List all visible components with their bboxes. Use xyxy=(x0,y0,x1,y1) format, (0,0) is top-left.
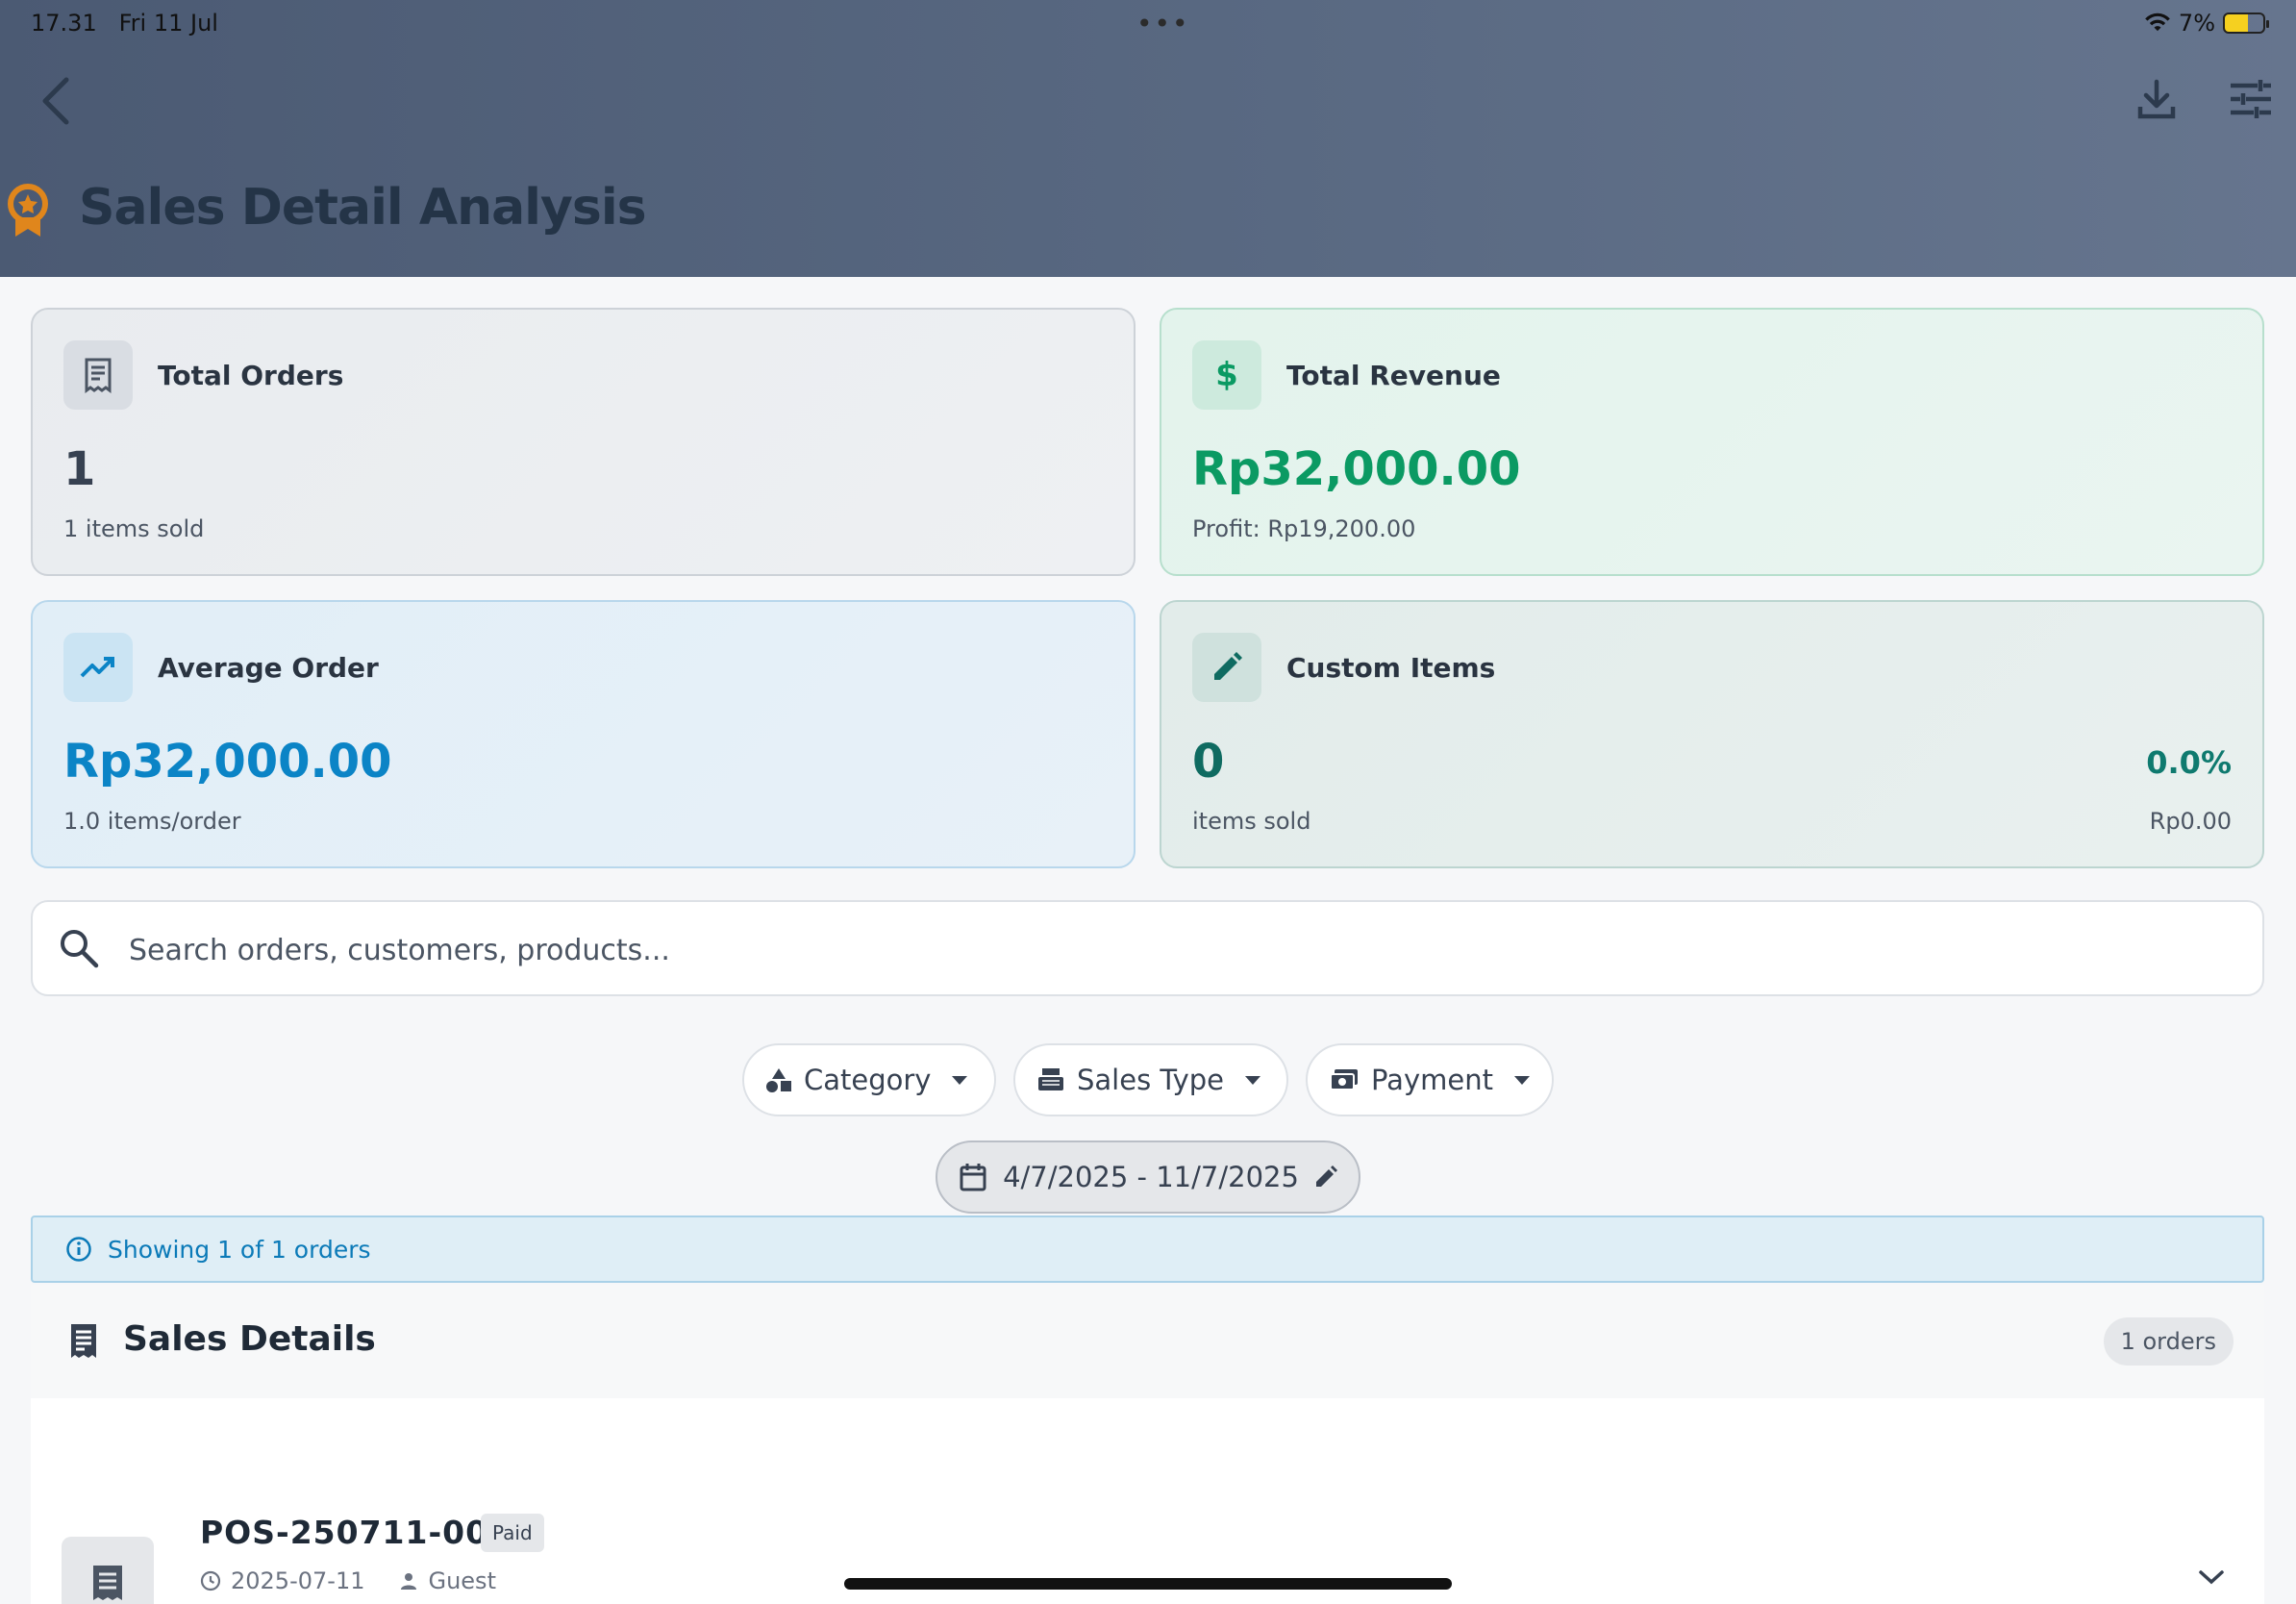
app-header: 17.31 Fri 11 Jul ••• 7% Sales Detail Ana… xyxy=(0,0,2296,277)
custom-items-sub: items sold xyxy=(1192,808,1311,835)
award-badge-icon xyxy=(6,183,50,244)
custom-items-title: Custom Items xyxy=(1286,652,1496,684)
custom-items-percent: 0.0% xyxy=(2146,744,2232,781)
edit-pencil-icon xyxy=(1192,633,1261,702)
dropdown-caret-icon xyxy=(1513,1075,1530,1085)
status-bar: 17.31 Fri 11 Jul ••• 7% xyxy=(31,8,2269,39)
expand-chevron-icon[interactable] xyxy=(2197,1567,2226,1591)
total-orders-title: Total Orders xyxy=(158,360,344,391)
info-icon xyxy=(66,1237,91,1262)
sales-details-title: Sales Details xyxy=(123,1319,376,1359)
results-info-text: Showing 1 of 1 orders xyxy=(108,1235,371,1264)
filter-settings-button[interactable] xyxy=(2221,69,2281,129)
cash-register-icon xyxy=(1038,1068,1063,1090)
total-revenue-card[interactable]: $ Total Revenue Rp32,000.00 Profit: Rp19… xyxy=(1160,308,2264,576)
receipt-icon xyxy=(62,1537,154,1604)
category-filter-button[interactable]: Category xyxy=(742,1043,996,1116)
total-orders-sub: 1 items sold xyxy=(63,515,205,542)
total-revenue-value: Rp32,000.00 xyxy=(1192,442,1521,496)
custom-items-amount: Rp0.00 xyxy=(2149,808,2232,835)
order-customer: Guest xyxy=(428,1567,496,1594)
payment-filter-button[interactable]: Payment xyxy=(1306,1043,1554,1116)
status-time: 17.31 Fri 11 Jul xyxy=(31,10,218,37)
category-filter-label: Category xyxy=(804,1064,932,1096)
page-title: Sales Detail Analysis xyxy=(79,179,647,237)
receipt-icon xyxy=(63,340,133,410)
home-indicator[interactable] xyxy=(844,1578,1452,1590)
status-right: 7% xyxy=(2144,10,2269,37)
dollar-icon: $ xyxy=(1192,340,1261,410)
date-range-button[interactable]: 4/7/2025 - 11/7/2025 xyxy=(936,1140,1360,1214)
payment-filter-label: Payment xyxy=(1371,1064,1493,1096)
sales-details-section: Sales Details 1 orders POS-250711-001 Pa… xyxy=(31,1285,2264,1604)
sales-details-header: Sales Details 1 orders xyxy=(31,1285,2264,1398)
download-button[interactable] xyxy=(2127,69,2186,129)
chevron-left-icon xyxy=(42,77,69,125)
download-icon xyxy=(2137,79,2176,119)
search-icon xyxy=(58,927,100,973)
average-order-value: Rp32,000.00 xyxy=(63,735,392,789)
clock-icon xyxy=(200,1570,221,1591)
total-orders-card[interactable]: Total Orders 1 1 items sold xyxy=(31,308,1136,576)
average-order-title: Average Order xyxy=(158,652,379,684)
search-input[interactable] xyxy=(129,923,2225,977)
total-revenue-title: Total Revenue xyxy=(1286,360,1501,391)
multitask-dots-icon[interactable]: ••• xyxy=(1136,8,1190,39)
battery-percent: 7% xyxy=(2178,10,2215,37)
dropdown-caret-icon xyxy=(952,1075,968,1085)
total-revenue-profit: Profit: Rp19,200.00 xyxy=(1192,515,1416,542)
receipt-long-icon xyxy=(65,1321,102,1366)
search-bar[interactable] xyxy=(31,900,2264,996)
person-icon xyxy=(401,1573,417,1590)
edit-pencil-icon xyxy=(1315,1165,1337,1187)
date-range-label: 4/7/2025 - 11/7/2025 xyxy=(1003,1161,1299,1193)
order-date: 2025-07-11 xyxy=(231,1567,365,1594)
results-info-bar: Showing 1 of 1 orders xyxy=(31,1216,2264,1283)
category-shapes-icon xyxy=(766,1068,791,1092)
order-meta: 2025-07-11 Guest xyxy=(200,1567,496,1594)
battery-icon xyxy=(2223,13,2269,34)
calendar-icon xyxy=(960,1164,986,1191)
total-orders-value: 1 xyxy=(63,442,96,496)
custom-items-value: 0 xyxy=(1192,735,1225,789)
order-status-badge: Paid xyxy=(481,1514,544,1552)
average-order-card[interactable]: Average Order Rp32,000.00 1.0 items/orde… xyxy=(31,600,1136,868)
wifi-icon xyxy=(2145,13,2170,32)
sales-type-filter-label: Sales Type xyxy=(1077,1064,1225,1096)
tune-icon xyxy=(2231,80,2271,118)
orders-count-badge: 1 orders xyxy=(2103,1317,2234,1366)
custom-items-card[interactable]: Custom Items 0 items sold 0.0% Rp0.00 xyxy=(1160,600,2264,868)
trending-up-icon xyxy=(63,633,133,702)
dropdown-caret-icon xyxy=(1245,1075,1261,1085)
average-order-sub: 1.0 items/order xyxy=(63,808,241,835)
payments-icon xyxy=(1330,1069,1358,1090)
back-button[interactable] xyxy=(29,67,83,135)
order-id: POS-250711-001 xyxy=(200,1514,512,1551)
sales-type-filter-button[interactable]: Sales Type xyxy=(1013,1043,1288,1116)
